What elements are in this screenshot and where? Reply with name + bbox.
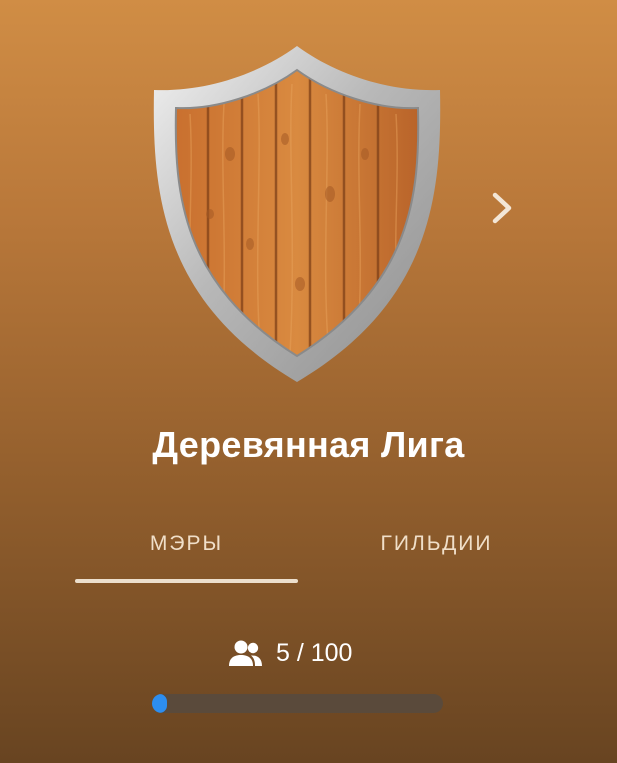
tab-bar: МЭРЫ ГИЛЬДИИ	[75, 524, 555, 586]
members-counter: 5 / 100	[228, 636, 352, 670]
wooden-shield-icon	[153, 46, 441, 382]
league-emblem	[150, 44, 444, 384]
tab-mayors[interactable]: МЭРЫ	[75, 524, 298, 564]
chevron-right-icon	[492, 192, 512, 224]
members-count: 5 / 100	[276, 638, 353, 667]
people-icon	[229, 640, 262, 666]
active-tab-indicator	[75, 579, 298, 583]
members-progress-fill	[152, 694, 167, 713]
next-league-button[interactable]	[484, 188, 520, 228]
tab-guilds[interactable]: ГИЛЬДИИ	[325, 524, 548, 564]
members-progress-bar	[152, 694, 443, 713]
league-title: Деревянная Лига	[152, 424, 465, 465]
